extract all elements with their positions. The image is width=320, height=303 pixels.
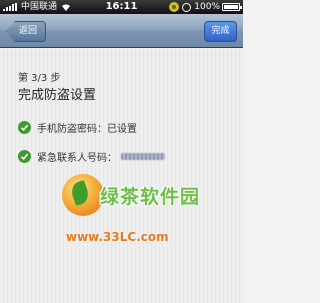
status-bar: 中国联通 16:11 100% <box>0 0 243 14</box>
redacted-phone-number <box>121 152 165 160</box>
navigation-bar: 返回 完成 <box>0 14 243 48</box>
step-indicator: 第 3/3 步 <box>18 73 61 84</box>
leaf-logo-icon <box>62 174 104 216</box>
list-item-password: 手机防盗密码：已设置 <box>18 120 137 135</box>
list-item-label: 紧急联系人号码： <box>37 152 117 164</box>
checkmark-icon <box>18 149 31 163</box>
battery-icon <box>222 3 242 11</box>
list-item-label: 手机防盗密码：已设置 <box>37 123 137 135</box>
watermark-brand: 绿茶软件园 <box>100 186 201 208</box>
checkmark-icon <box>18 120 31 134</box>
alarm-icon <box>182 2 192 12</box>
list-item-emergency-contact: 紧急联系人号码： <box>18 149 165 164</box>
sync-icon <box>169 2 180 12</box>
done-button[interactable]: 完成 <box>204 21 237 42</box>
page-title: 完成防盗设置 <box>18 88 97 103</box>
watermark-logo: 绿茶软件园 <box>62 170 212 230</box>
battery-percent: 100% <box>194 2 220 12</box>
watermark-url: www.33LC.com <box>66 230 169 244</box>
back-button[interactable]: 返回 <box>6 21 47 42</box>
